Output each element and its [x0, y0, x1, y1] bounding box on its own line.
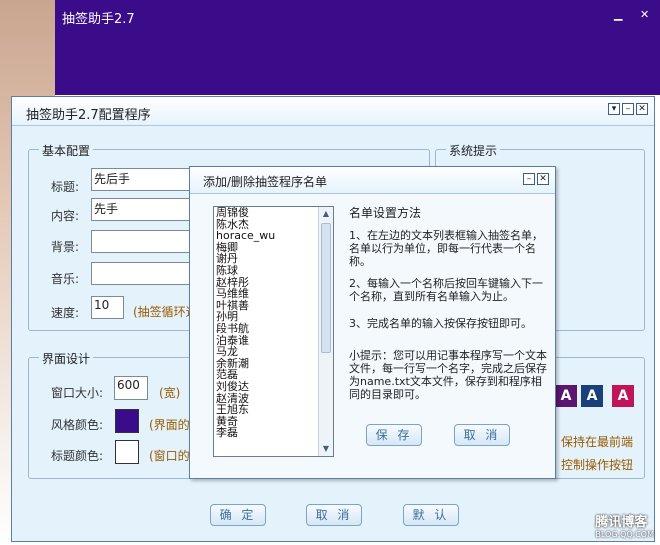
theme-a-pink[interactable]: A — [612, 385, 634, 407]
speed-input[interactable]: 10 — [91, 296, 124, 319]
window-size-input[interactable]: 600 — [114, 376, 148, 400]
scroll-down-icon[interactable]: ▼ — [320, 443, 332, 455]
list-item[interactable]: 刘俊达 — [216, 381, 333, 393]
watermark-text: 腾讯博客 — [595, 515, 648, 530]
minimize-icon[interactable]: – — [622, 103, 634, 115]
content-label: 内容: — [51, 209, 80, 223]
list-item[interactable]: 陈球 — [216, 265, 333, 277]
close-icon[interactable]: ✕ — [537, 173, 549, 185]
speed-label: 速度: — [51, 306, 80, 320]
topmost-option[interactable]: 保持在最前端 — [561, 433, 633, 450]
list-item[interactable]: 马维维 — [216, 288, 333, 300]
music-label: 音乐: — [51, 272, 80, 286]
window-size-unit: (宽) — [159, 386, 181, 400]
background-label: 背景: — [51, 240, 80, 254]
style-color-label: 风格颜色: — [51, 418, 104, 432]
ui-design-label: 界面设计 — [39, 350, 94, 367]
theme-a-blue[interactable]: A — [581, 385, 603, 407]
scroll-thumb[interactable] — [321, 223, 331, 353]
watermark-subtext: BLOG.QQ.COM — [595, 530, 654, 539]
list-item[interactable]: 王旭东 — [216, 404, 333, 416]
list-item[interactable]: 李磊 — [216, 427, 333, 439]
minimize-icon[interactable]: ▁ — [614, 8, 622, 21]
background-window-title: 抽签助手2.7 — [62, 12, 135, 27]
scroll-up-icon[interactable]: ▲ — [320, 208, 332, 220]
list-item[interactable]: 马龙 — [216, 346, 333, 358]
system-tips-label: 系统提示 — [446, 142, 501, 159]
ok-button[interactable]: 确 定 — [210, 504, 266, 526]
config-window-title: 抽签助手2.7配置程序 — [26, 108, 151, 123]
watermark-logo: 腾讯博客 BLOG.QQ.COM — [595, 511, 654, 539]
list-item[interactable]: 周锦俊 — [216, 207, 333, 219]
title-color-hint: (窗口的 — [149, 449, 190, 463]
control-buttons-option[interactable]: 控制操作按钮 — [561, 456, 633, 473]
minimize-icon[interactable]: – — [523, 173, 535, 185]
name-listbox[interactable]: 周锦俊 陈水杰 horace_wu 梅卿 谢丹 陈球 赵梓彤 马维维 叶祺善 孙明 段书航 泊泰谁 马龙… — [213, 206, 334, 457]
name-list-dialog: 添加/删除抽签程序名单 – ✕ 周锦俊 陈水杰 horace_wu 梅卿 谢丹 陈球 赵梓彤… — [189, 166, 556, 479]
listbox-scrollbar[interactable]: ▲ ▼ — [318, 207, 333, 456]
cancel-button[interactable]: 取 消 — [306, 504, 362, 526]
basic-config-label: 基本配置 — [39, 142, 94, 159]
dialog-titlebar: 添加/删除抽签程序名单 – ✕ — [190, 167, 555, 194]
config-window-titlebar: 抽签助手2.7配置程序 ▾ – ✕ — [12, 97, 654, 126]
help-step-1: 1、在左边的文本列表框输入抽签名单，名单以行为单位，即每一行代表一个名称。 — [349, 229, 543, 268]
save-button[interactable]: 保 存 — [366, 424, 422, 446]
window-size-label: 窗口大小: — [51, 386, 104, 400]
list-item[interactable]: 段书航 — [216, 323, 333, 335]
help-title: 名单设置方法 — [349, 206, 422, 220]
title-color-swatch[interactable] — [115, 440, 139, 464]
help-step-2: 2、每输入一个名称后按回车键输入下一个名称，直到所有名单输入为止。 — [349, 277, 543, 303]
title-color-label: 标题颜色: — [51, 449, 104, 463]
speed-hint: (抽签循环速 — [133, 305, 198, 319]
close-icon[interactable]: ✕ — [636, 103, 648, 115]
dialog-title: 添加/删除抽签程序名单 — [203, 175, 328, 189]
background-window — [55, 0, 660, 95]
style-color-swatch[interactable] — [115, 409, 139, 433]
help-tip: 小提示：您可以用记事本程序写一个文本文件，每一行写一个名字，完成之后保存为nam… — [349, 349, 547, 401]
close-icon[interactable]: ✕ — [640, 8, 649, 21]
dropdown-icon[interactable]: ▾ — [608, 103, 620, 115]
style-color-hint: (界面的 — [149, 418, 190, 432]
dialog-cancel-button[interactable]: 取 消 — [454, 424, 510, 446]
theme-a-purple[interactable]: A — [555, 385, 577, 407]
title-label: 标题: — [51, 180, 80, 194]
default-button[interactable]: 默 认 — [403, 504, 459, 526]
help-step-3: 3、完成名单的输入按保存按钮即可。 — [349, 317, 532, 330]
